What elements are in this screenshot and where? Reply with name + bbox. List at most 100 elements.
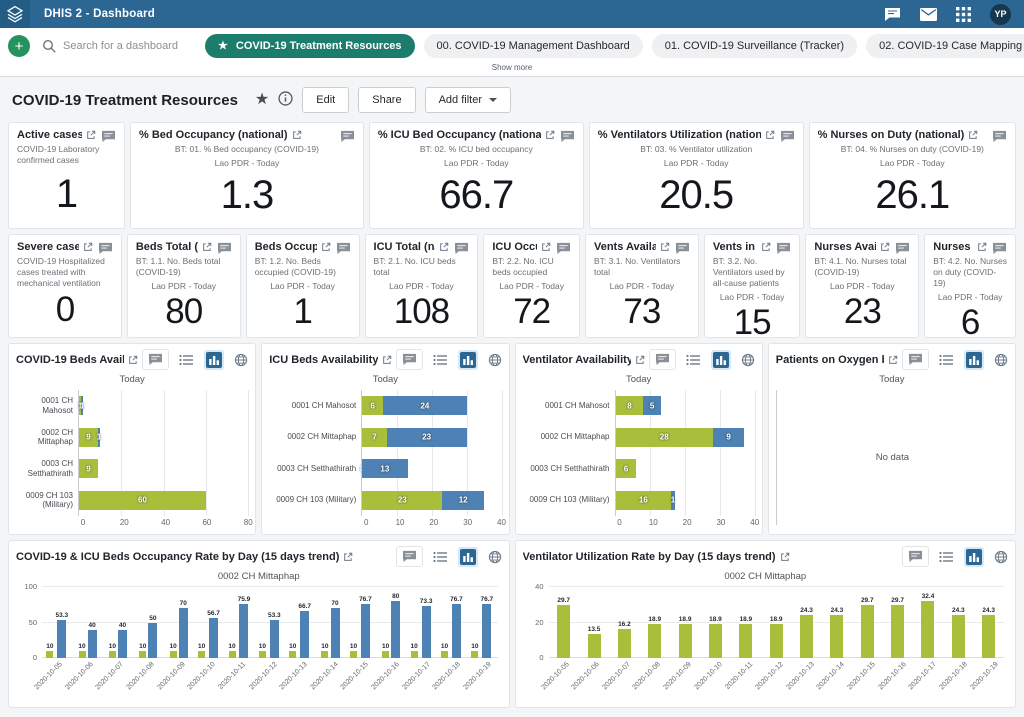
user-avatar[interactable]: YP bbox=[990, 4, 1011, 25]
comment-icon[interactable] bbox=[556, 242, 571, 260]
comment-icon[interactable] bbox=[396, 349, 423, 370]
open-in-app-icon[interactable] bbox=[202, 242, 212, 252]
open-in-app-icon[interactable] bbox=[292, 130, 302, 140]
comment-icon[interactable] bbox=[902, 546, 929, 567]
comment-icon[interactable] bbox=[902, 349, 929, 370]
chart-view-icon[interactable] bbox=[964, 350, 984, 370]
bar-group: 1066.7 bbox=[285, 587, 315, 658]
apps-menu-icon[interactable] bbox=[956, 7, 971, 22]
table-view-icon[interactable] bbox=[686, 354, 701, 366]
stat-card-subtitle: Lao PDR - Today bbox=[713, 292, 792, 303]
stat-card: ICU Occu...BT: 2.2. No. ICU beds occupie… bbox=[483, 234, 580, 338]
open-in-app-icon[interactable] bbox=[880, 242, 890, 252]
map-view-icon[interactable] bbox=[741, 353, 755, 367]
open-in-app-icon[interactable] bbox=[382, 355, 392, 365]
bar-value-label: 10 bbox=[170, 643, 177, 650]
ventilator-utilization-rate-bar bbox=[770, 624, 783, 658]
open-in-app-icon[interactable] bbox=[968, 130, 978, 140]
chart-view-icon[interactable] bbox=[458, 547, 478, 567]
dashboard-search-input[interactable] bbox=[63, 40, 191, 52]
comment-icon[interactable] bbox=[895, 242, 910, 260]
map-view-icon[interactable] bbox=[488, 550, 502, 564]
chart-view-icon[interactable] bbox=[458, 350, 478, 370]
comment-icon[interactable] bbox=[142, 349, 169, 370]
edit-button[interactable]: Edit bbox=[302, 87, 349, 113]
open-in-app-icon[interactable] bbox=[660, 242, 670, 252]
hbar-plot: 0001 CH Mahosot0002 CH Mittaphap0003 CH … bbox=[523, 390, 755, 516]
comment-icon[interactable] bbox=[776, 242, 791, 260]
table-view-icon[interactable] bbox=[939, 551, 954, 563]
new-dashboard-button[interactable]: + bbox=[8, 35, 30, 57]
bar-value-label: 18.9 bbox=[648, 616, 661, 623]
table-view-icon[interactable] bbox=[939, 354, 954, 366]
map-view-icon[interactable] bbox=[234, 353, 248, 367]
open-in-app-icon[interactable] bbox=[128, 355, 138, 365]
column-plot: 4020029.713.516.218.918.918.918.918.924.… bbox=[549, 587, 1005, 658]
comment-icon[interactable] bbox=[992, 242, 1007, 260]
map-view-icon[interactable] bbox=[994, 550, 1008, 564]
stat-card-subtitle: Lao PDR - Today bbox=[492, 281, 571, 292]
bed-occupancy-rate-bar bbox=[289, 651, 296, 658]
layers-icon bbox=[5, 4, 25, 24]
open-in-app-icon[interactable] bbox=[888, 355, 898, 365]
share-button[interactable]: Share bbox=[358, 87, 415, 113]
category-label: 0001 CH Mahosot bbox=[523, 390, 610, 422]
comment-icon[interactable] bbox=[217, 242, 232, 260]
comment-icon[interactable] bbox=[98, 242, 113, 260]
table-view-icon[interactable] bbox=[433, 551, 448, 563]
star-dashboard-button[interactable]: ★ bbox=[255, 92, 269, 108]
map-view-icon[interactable] bbox=[488, 353, 502, 367]
chart-view-icon[interactable] bbox=[711, 350, 731, 370]
comment-icon[interactable] bbox=[992, 130, 1007, 148]
bar-group: 24.3 bbox=[822, 587, 852, 658]
add-filter-button[interactable]: Add filter bbox=[425, 87, 511, 113]
open-in-app-icon[interactable] bbox=[321, 242, 331, 252]
ventilator-utilization-rate-bar bbox=[648, 624, 661, 658]
comment-icon[interactable] bbox=[649, 349, 676, 370]
show-more-link[interactable]: Show more bbox=[8, 58, 1016, 76]
chip-label: COVID-19 Treatment Resources bbox=[236, 40, 402, 52]
info-icon[interactable] bbox=[278, 91, 293, 110]
comment-icon[interactable] bbox=[560, 130, 575, 148]
dhis2-logo[interactable] bbox=[0, 0, 30, 28]
open-in-app-icon[interactable] bbox=[765, 130, 775, 140]
dashboard-chip-2[interactable]: 01. COVID-19 Surveillance (Tracker) bbox=[652, 34, 857, 58]
dashboard-chip-3[interactable]: 02. COVID-19 Case Mapping (Tracker) bbox=[866, 34, 1024, 58]
stat-card: % Ventilators Utilization (national)BT: … bbox=[589, 122, 804, 229]
comment-icon[interactable] bbox=[454, 242, 469, 260]
chip-label: 02. COVID-19 Case Mapping (Tracker) bbox=[879, 40, 1024, 52]
open-in-app-icon[interactable] bbox=[541, 242, 551, 252]
y-tick: 40 bbox=[523, 582, 544, 591]
open-in-app-icon[interactable] bbox=[977, 242, 987, 252]
bed-occupancy-rate-bar bbox=[229, 651, 236, 658]
stat-card-title: Beds Occupie... bbox=[255, 241, 317, 253]
dashboard-chip-0[interactable]: ★COVID-19 Treatment Resources bbox=[205, 34, 415, 58]
comment-icon[interactable] bbox=[675, 242, 690, 260]
bar-row: 85 bbox=[616, 390, 755, 422]
map-view-icon[interactable] bbox=[994, 353, 1008, 367]
table-view-icon[interactable] bbox=[179, 354, 194, 366]
open-in-app-icon[interactable] bbox=[86, 130, 96, 140]
open-in-app-icon[interactable] bbox=[635, 355, 645, 365]
messages-icon[interactable] bbox=[920, 8, 937, 21]
open-in-app-icon[interactable] bbox=[780, 552, 790, 562]
bar-group: 1076.7 bbox=[467, 587, 497, 658]
open-in-app-icon[interactable] bbox=[439, 242, 449, 252]
chart-view-icon[interactable] bbox=[204, 350, 224, 370]
bar-group: 18.9 bbox=[731, 587, 761, 658]
open-in-app-icon[interactable] bbox=[761, 242, 771, 252]
table-view-icon[interactable] bbox=[433, 354, 448, 366]
open-in-app-icon[interactable] bbox=[83, 242, 93, 252]
comment-icon[interactable] bbox=[336, 242, 351, 260]
open-in-app-icon[interactable] bbox=[545, 130, 555, 140]
comment-icon[interactable] bbox=[396, 546, 423, 567]
dashboard-chip-1[interactable]: 00. COVID-19 Management Dashboard bbox=[424, 34, 643, 58]
comment-icon[interactable] bbox=[780, 130, 795, 148]
interpretations-icon[interactable] bbox=[884, 7, 901, 22]
comment-icon[interactable] bbox=[101, 130, 116, 148]
comment-icon[interactable] bbox=[340, 130, 355, 148]
open-in-app-icon[interactable] bbox=[343, 552, 353, 562]
chart-view-icon[interactable] bbox=[964, 547, 984, 567]
category-label: 0009 CH 103 (Military) bbox=[523, 485, 610, 517]
stat-card: Severe casesCOVID-19 Hospitalized cases … bbox=[8, 234, 122, 338]
